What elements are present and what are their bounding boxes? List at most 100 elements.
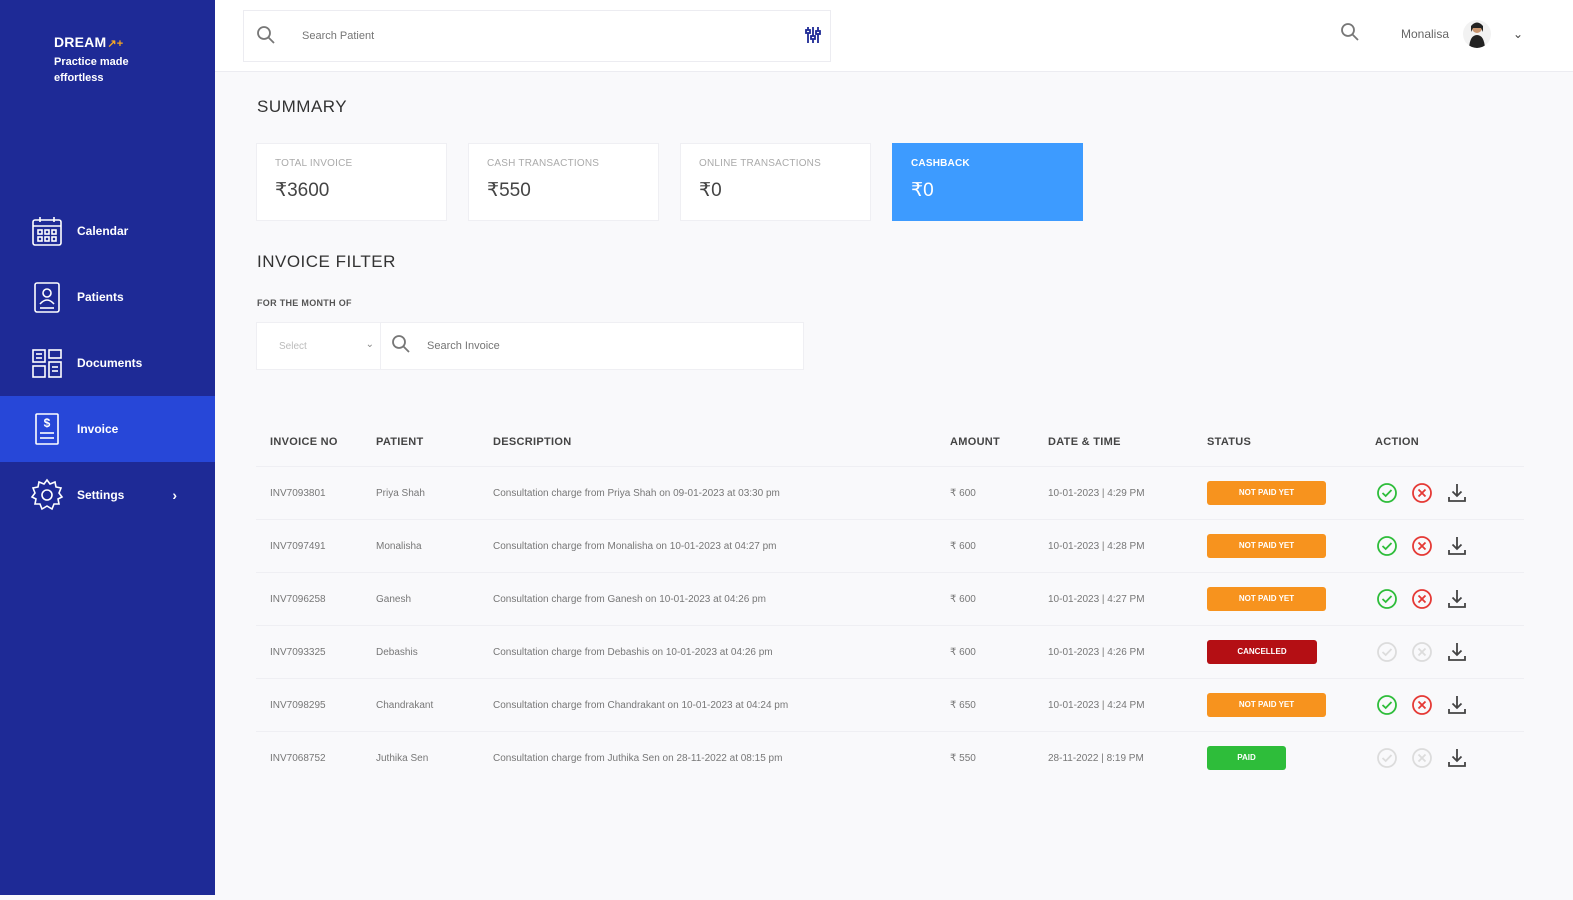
card-label: CASH TRANSACTIONS (487, 158, 600, 169)
invoice-icon: $ (29, 411, 65, 447)
cell-invoice-no: INV7096258 (270, 593, 326, 605)
approve-icon (1375, 747, 1398, 770)
reject-icon[interactable] (1410, 482, 1433, 505)
status-badge: PAID (1207, 746, 1286, 770)
summary-card-cashback: CASHBACK ₹0 (892, 143, 1083, 221)
header-amount: AMOUNT (950, 436, 1001, 448)
global-search-icon[interactable] (1340, 22, 1360, 47)
header-invoice-no: INVOICE NO (270, 436, 338, 448)
cell-patient: Debashis (376, 646, 418, 658)
card-value: ₹0 (911, 180, 934, 201)
filter-icon[interactable] (804, 25, 822, 50)
reject-icon[interactable] (1410, 694, 1433, 717)
table-row: INV7068752 Juthika Sen Consultation char… (256, 731, 1524, 784)
invoice-search-input[interactable] (427, 340, 777, 352)
card-value: ₹3600 (275, 180, 330, 201)
download-icon[interactable] (1445, 588, 1468, 611)
cell-date-time: 10-01-2023 | 4:28 PM (1048, 540, 1145, 552)
cell-patient: Ganesh (376, 593, 412, 605)
month-label: FOR THE MONTH OF (257, 298, 352, 308)
cell-invoice-no: INV7093325 (270, 646, 326, 658)
documents-icon (29, 345, 65, 381)
header-action: ACTION (1375, 436, 1419, 448)
download-icon[interactable] (1445, 641, 1468, 664)
patients-icon (29, 279, 65, 315)
cell-date-time: 10-01-2023 | 4:26 PM (1048, 646, 1145, 658)
table-row: INV7093801 Priya Shah Consultation charg… (256, 466, 1524, 519)
cell-amount: ₹ 600 (950, 646, 976, 658)
row-actions (1375, 482, 1524, 505)
download-icon[interactable] (1445, 482, 1468, 505)
cell-invoice-no: INV7097491 (270, 540, 326, 552)
table-row: INV7097491 Monalisha Consultation charge… (256, 519, 1524, 572)
cell-invoice-no: INV7098295 (270, 699, 326, 711)
gear-icon (29, 477, 65, 513)
sidebar-item-label: Patients (77, 290, 124, 304)
cell-date-time: 28-11-2022 | 8:19 PM (1048, 752, 1144, 764)
avatar (1463, 20, 1492, 48)
reject-icon[interactable] (1410, 588, 1433, 611)
sidebar-item-label: Calendar (77, 224, 129, 238)
chevron-down-icon: ⌄ (1513, 27, 1524, 41)
reject-icon[interactable] (1410, 535, 1433, 558)
sidebar-item-calendar[interactable]: Calendar (0, 198, 215, 264)
calendar-icon (29, 213, 65, 249)
sidebar: DREAM↗+ Practice made effortless Calenda… (0, 0, 215, 895)
status-badge: CANCELLED (1207, 640, 1317, 664)
cell-invoice-no: INV7093801 (270, 487, 326, 499)
brand-name: DREAM (54, 34, 107, 50)
reject-icon (1410, 747, 1433, 770)
summary-card-online-transactions: ONLINE TRANSACTIONS ₹0 (680, 143, 871, 221)
card-value: ₹550 (487, 180, 531, 201)
cell-amount: ₹ 600 (950, 593, 976, 605)
status-badge: NOT PAID YET (1207, 587, 1326, 611)
chevron-right-icon: › (172, 487, 177, 503)
cell-description: Consultation charge from Ganesh on 10-01… (493, 593, 766, 605)
month-select[interactable]: Select ⌄ (256, 322, 381, 370)
approve-icon[interactable] (1375, 694, 1398, 717)
user-menu[interactable]: Monalisa ⌄ (1401, 20, 1523, 48)
cell-amount: ₹ 650 (950, 699, 976, 711)
cell-description: Consultation charge from Debashis on 10-… (493, 646, 773, 658)
cell-date-time: 10-01-2023 | 4:24 PM (1048, 699, 1145, 711)
row-actions (1375, 641, 1524, 664)
header-status: STATUS (1207, 436, 1252, 448)
sidebar-item-invoice[interactable]: $ Invoice (0, 396, 215, 462)
cell-patient: Priya Shah (376, 487, 425, 499)
patient-search-input[interactable] (302, 30, 782, 42)
brand-logo: DREAM↗+ Practice made effortless (54, 34, 154, 86)
table-header: INVOICE NO PATIENT DESCRIPTION AMOUNT DA… (256, 418, 1524, 466)
sidebar-item-settings[interactable]: Settings › (0, 462, 215, 528)
cell-amount: ₹ 600 (950, 540, 976, 552)
summary-title: SUMMARY (257, 97, 348, 116)
download-icon[interactable] (1445, 747, 1468, 770)
row-actions (1375, 535, 1524, 558)
download-icon[interactable] (1445, 535, 1468, 558)
row-actions (1375, 694, 1524, 717)
card-label: ONLINE TRANSACTIONS (699, 158, 821, 169)
status-badge: NOT PAID YET (1207, 693, 1326, 717)
user-name: Monalisa (1401, 27, 1450, 41)
download-icon[interactable] (1445, 694, 1468, 717)
approve-icon[interactable] (1375, 482, 1398, 505)
invoice-filter-title: INVOICE FILTER (257, 252, 396, 271)
cell-invoice-no: INV7068752 (270, 752, 326, 764)
header-description: DESCRIPTION (493, 436, 572, 448)
reject-icon (1410, 641, 1433, 664)
approve-icon (1375, 641, 1398, 664)
header-date-time: DATE & TIME (1048, 436, 1121, 448)
approve-icon[interactable] (1375, 588, 1398, 611)
card-label: CASHBACK (911, 158, 970, 169)
sidebar-item-patients[interactable]: Patients (0, 264, 215, 330)
table-row: INV7096258 Ganesh Consultation charge fr… (256, 572, 1524, 625)
status-badge: NOT PAID YET (1207, 481, 1326, 505)
summary-cards: TOTAL INVOICE ₹3600 CASH TRANSACTIONS ₹5… (256, 143, 1083, 221)
filter-row: Select ⌄ (256, 322, 804, 370)
cell-patient: Monalisha (376, 540, 422, 552)
card-value: ₹0 (699, 180, 722, 201)
sidebar-item-documents[interactable]: Documents (0, 330, 215, 396)
row-actions (1375, 747, 1524, 770)
approve-icon[interactable] (1375, 535, 1398, 558)
svg-text:$: $ (44, 416, 51, 430)
sidebar-item-label: Settings (77, 488, 125, 502)
